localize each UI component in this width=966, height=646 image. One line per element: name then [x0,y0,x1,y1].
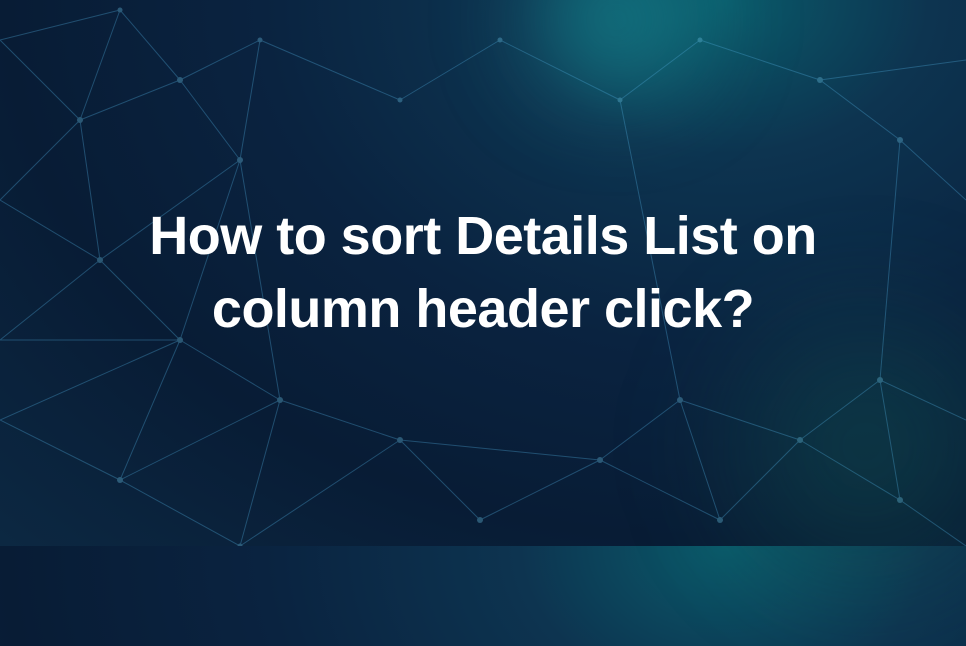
title-container: How to sort Details List on column heade… [0,0,966,546]
page-title: How to sort Details List on column heade… [60,200,906,346]
